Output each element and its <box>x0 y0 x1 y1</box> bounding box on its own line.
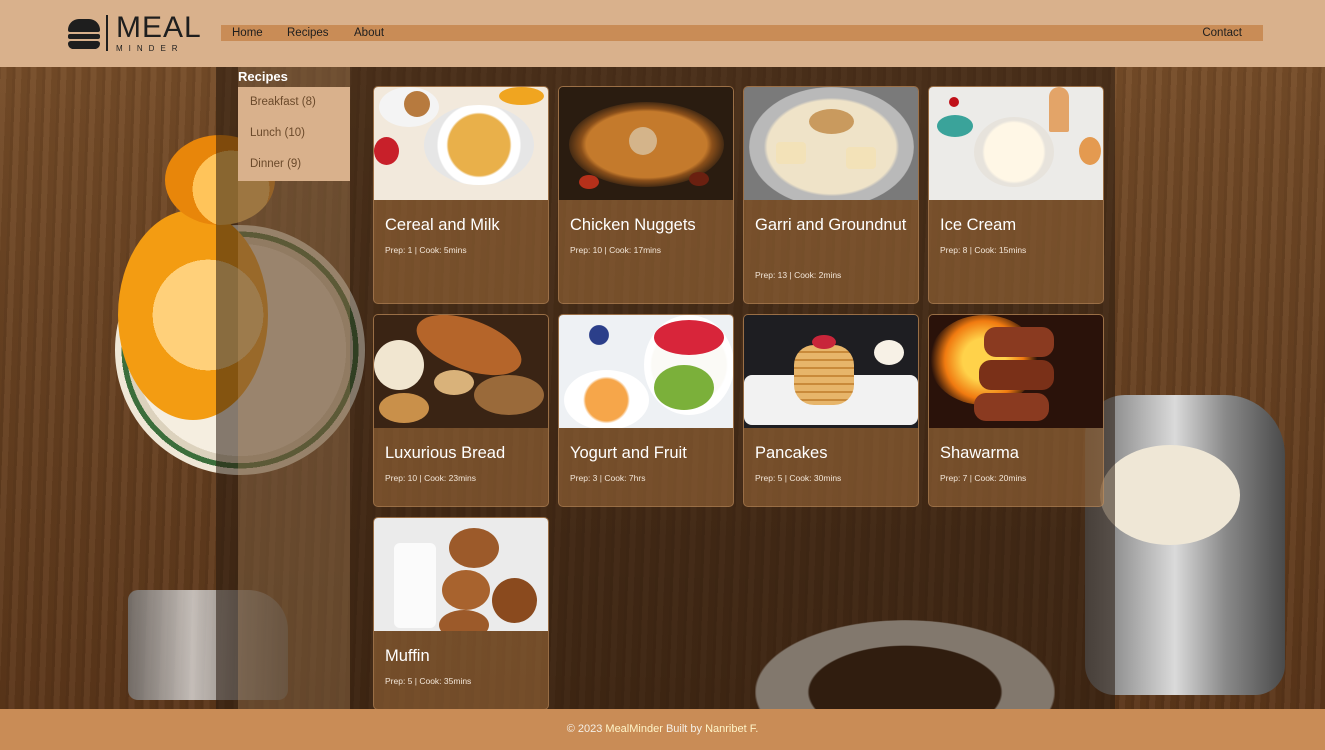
recipe-image <box>929 87 1103 200</box>
footer-copyright: © 2023 <box>566 723 603 735</box>
recipe-image <box>374 518 548 631</box>
recipe-meta: Prep: 5 | Cook: 30mins <box>755 473 842 483</box>
recipe-title: Chicken Nuggets <box>570 216 696 234</box>
recipe-card-ice-cream[interactable]: Ice Cream Prep: 8 | Cook: 15mins <box>928 86 1104 304</box>
logo-divider <box>106 15 108 51</box>
recipe-card-chicken-nuggets[interactable]: Chicken Nuggets Prep: 10 | Cook: 17mins <box>558 86 734 304</box>
site-logo[interactable]: MEAL MINDER <box>68 13 202 53</box>
recipe-meta: Prep: 7 | Cook: 20mins <box>940 473 1027 483</box>
recipe-card-muffin[interactable]: Muffin Prep: 5 | Cook: 35mins <box>373 517 549 710</box>
site-footer: © 2023 MealMinder Built by Nanribet F. <box>0 709 1325 750</box>
burger-icon <box>68 17 100 49</box>
main-nav: Home Recipes About Contact <box>221 25 1263 41</box>
site-header: MEAL MINDER Home Recipes About Contact <box>0 0 1325 67</box>
recipe-title: Pancakes <box>755 444 828 462</box>
nav-recipes-link[interactable]: Recipes <box>287 25 329 41</box>
recipe-card-cereal-and-milk[interactable]: Cereal and Milk Prep: 1 | Cook: 5mins <box>373 86 549 304</box>
recipe-meta: Prep: 13 | Cook: 2mins <box>755 270 842 280</box>
recipe-meta: Prep: 3 | Cook: 7hrs <box>570 473 646 483</box>
background-milk <box>1100 445 1240 545</box>
nav-contact-link[interactable]: Contact <box>1202 25 1242 41</box>
recipe-meta: Prep: 8 | Cook: 15mins <box>940 245 1027 255</box>
recipe-card-garri-and-groundnut[interactable]: Garri and Groundnut Prep: 13 | Cook: 2mi… <box>743 86 919 304</box>
logo-text: MEAL MINDER <box>116 13 202 53</box>
recipe-card-shawarma[interactable]: Shawarma Prep: 7 | Cook: 20mins <box>928 314 1104 507</box>
sidebar-menu: Breakfast (8) Lunch (10) Dinner (9) <box>238 87 350 181</box>
footer-built-by: Built by <box>665 723 703 735</box>
nav-home-link[interactable]: Home <box>232 25 263 41</box>
recipe-title: Ice Cream <box>940 216 1017 234</box>
recipe-title: Cereal and Milk <box>385 216 500 234</box>
recipe-meta: Prep: 1 | Cook: 5mins <box>385 245 467 255</box>
logo-sub-text: MINDER <box>116 44 184 53</box>
recipe-image <box>744 87 918 200</box>
logo-main-text: MEAL <box>116 11 202 44</box>
recipe-image <box>929 315 1103 428</box>
recipe-title: Garri and Groundnut <box>755 216 907 234</box>
nav-about-link[interactable]: About <box>354 25 384 41</box>
recipe-image <box>559 87 733 200</box>
recipe-image <box>559 315 733 428</box>
recipe-title: Luxurious Bread <box>385 444 506 462</box>
recipe-meta: Prep: 10 | Cook: 17mins <box>570 245 662 255</box>
recipe-meta: Prep: 5 | Cook: 35mins <box>385 676 472 686</box>
sidebar-item-dinner[interactable]: Dinner (9) <box>250 158 301 170</box>
recipe-title: Shawarma <box>940 444 1019 462</box>
background-pitcher <box>1085 395 1285 695</box>
recipe-card-pancakes[interactable]: Pancakes Prep: 5 | Cook: 30mins <box>743 314 919 507</box>
footer-credits: © 2023 MealMinder Built by Nanribet F. <box>0 723 1325 735</box>
recipe-image <box>744 315 918 428</box>
recipe-image <box>374 87 548 200</box>
sidebar-item-breakfast[interactable]: Breakfast (8) <box>250 96 316 108</box>
footer-brand: MealMinder <box>605 723 663 735</box>
recipe-title: Yogurt and Fruit <box>570 444 687 462</box>
recipe-title: Muffin <box>385 647 430 665</box>
footer-author: Nanribet F. <box>705 723 759 735</box>
recipe-image <box>374 315 548 428</box>
sidebar-title: Recipes <box>238 69 288 84</box>
recipe-card-luxurious-bread[interactable]: Luxurious Bread Prep: 10 | Cook: 23mins <box>373 314 549 507</box>
recipe-card-yogurt-and-fruit[interactable]: Yogurt and Fruit Prep: 3 | Cook: 7hrs <box>558 314 734 507</box>
recipe-meta: Prep: 10 | Cook: 23mins <box>385 473 477 483</box>
sidebar-item-lunch[interactable]: Lunch (10) <box>250 127 305 139</box>
